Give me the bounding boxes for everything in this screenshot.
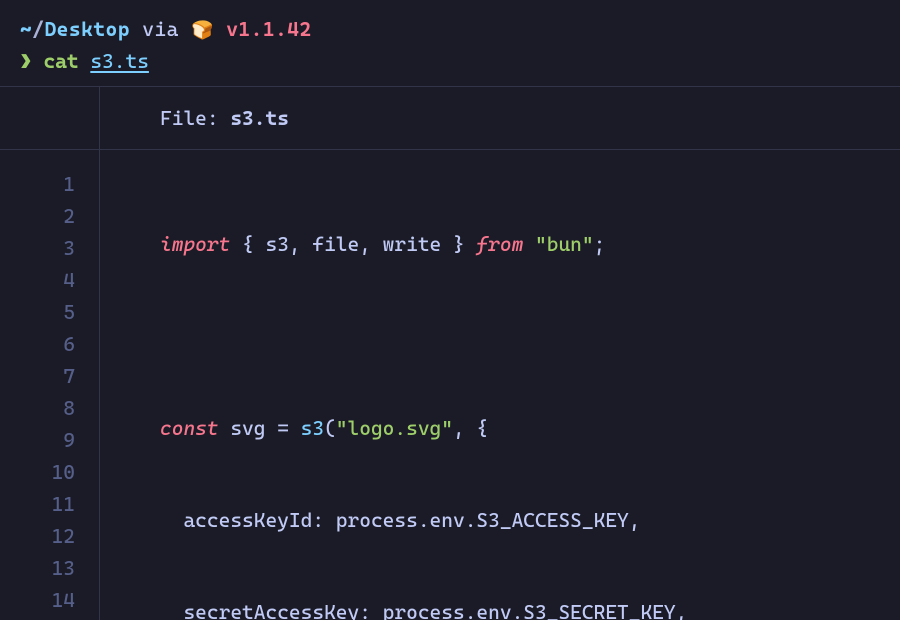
line-number: 1: [0, 168, 99, 200]
code-line: import { s3, file, write } from "bun";: [160, 228, 687, 260]
gutter-header: [0, 87, 100, 149]
line-number: 10: [0, 456, 99, 488]
prompt-via: via: [142, 17, 179, 41]
code-line: accessKeyId: process.env.S3_ACCESS_KEY,: [160, 504, 687, 536]
terminal-window: ~/Desktop via 🍞 v1.1.42 ❯ cat s3.ts File…: [0, 0, 900, 620]
file-label: File:: [160, 106, 219, 130]
code-view: 1 2 3 4 5 6 7 8 9 10 11 12 13 14 import …: [0, 150, 900, 620]
file-header-text: File: s3.ts: [100, 87, 289, 149]
prompt-path-line: ~/Desktop via 🍞 v1.1.42: [20, 14, 880, 44]
runtime-version: v1.1.42: [226, 17, 312, 41]
line-number: 11: [0, 488, 99, 520]
line-number: 6: [0, 328, 99, 360]
code-content[interactable]: import { s3, file, write } from "bun"; c…: [100, 150, 687, 620]
line-number: 2: [0, 200, 99, 232]
line-number: 8: [0, 392, 99, 424]
line-number: 4: [0, 264, 99, 296]
prompt-command-line[interactable]: ❯ cat s3.ts: [20, 46, 880, 76]
command-name: cat: [43, 49, 78, 73]
keyword-import: import: [160, 232, 230, 256]
file-header: File: s3.ts: [0, 86, 900, 150]
line-number-gutter: 1 2 3 4 5 6 7 8 9 10 11 12 13 14: [0, 150, 100, 620]
line-number: 9: [0, 424, 99, 456]
line-number: 5: [0, 296, 99, 328]
code-line: secretAccessKey: process.env.S3_SECRET_K…: [160, 596, 687, 620]
keyword-const: const: [160, 416, 219, 440]
line-number: 7: [0, 360, 99, 392]
prompt-chevron-icon: ❯: [20, 49, 32, 73]
line-number: 14: [0, 584, 99, 616]
shell-prompt: ~/Desktop via 🍞 v1.1.42 ❯ cat s3.ts: [0, 14, 900, 86]
file-name: s3.ts: [230, 106, 289, 130]
prompt-tilde: ~: [20, 17, 32, 41]
line-number: 12: [0, 520, 99, 552]
prompt-path-sep: /: [32, 17, 44, 41]
keyword-from: from: [476, 232, 523, 256]
prompt-dir: Desktop: [44, 17, 130, 41]
line-number: 13: [0, 552, 99, 584]
command-arg: s3.ts: [90, 49, 149, 73]
line-number: 3: [0, 232, 99, 264]
bun-icon: 🍞: [191, 17, 214, 44]
code-line: [160, 320, 687, 352]
code-line: const svg = s3("logo.svg", {: [160, 412, 687, 444]
